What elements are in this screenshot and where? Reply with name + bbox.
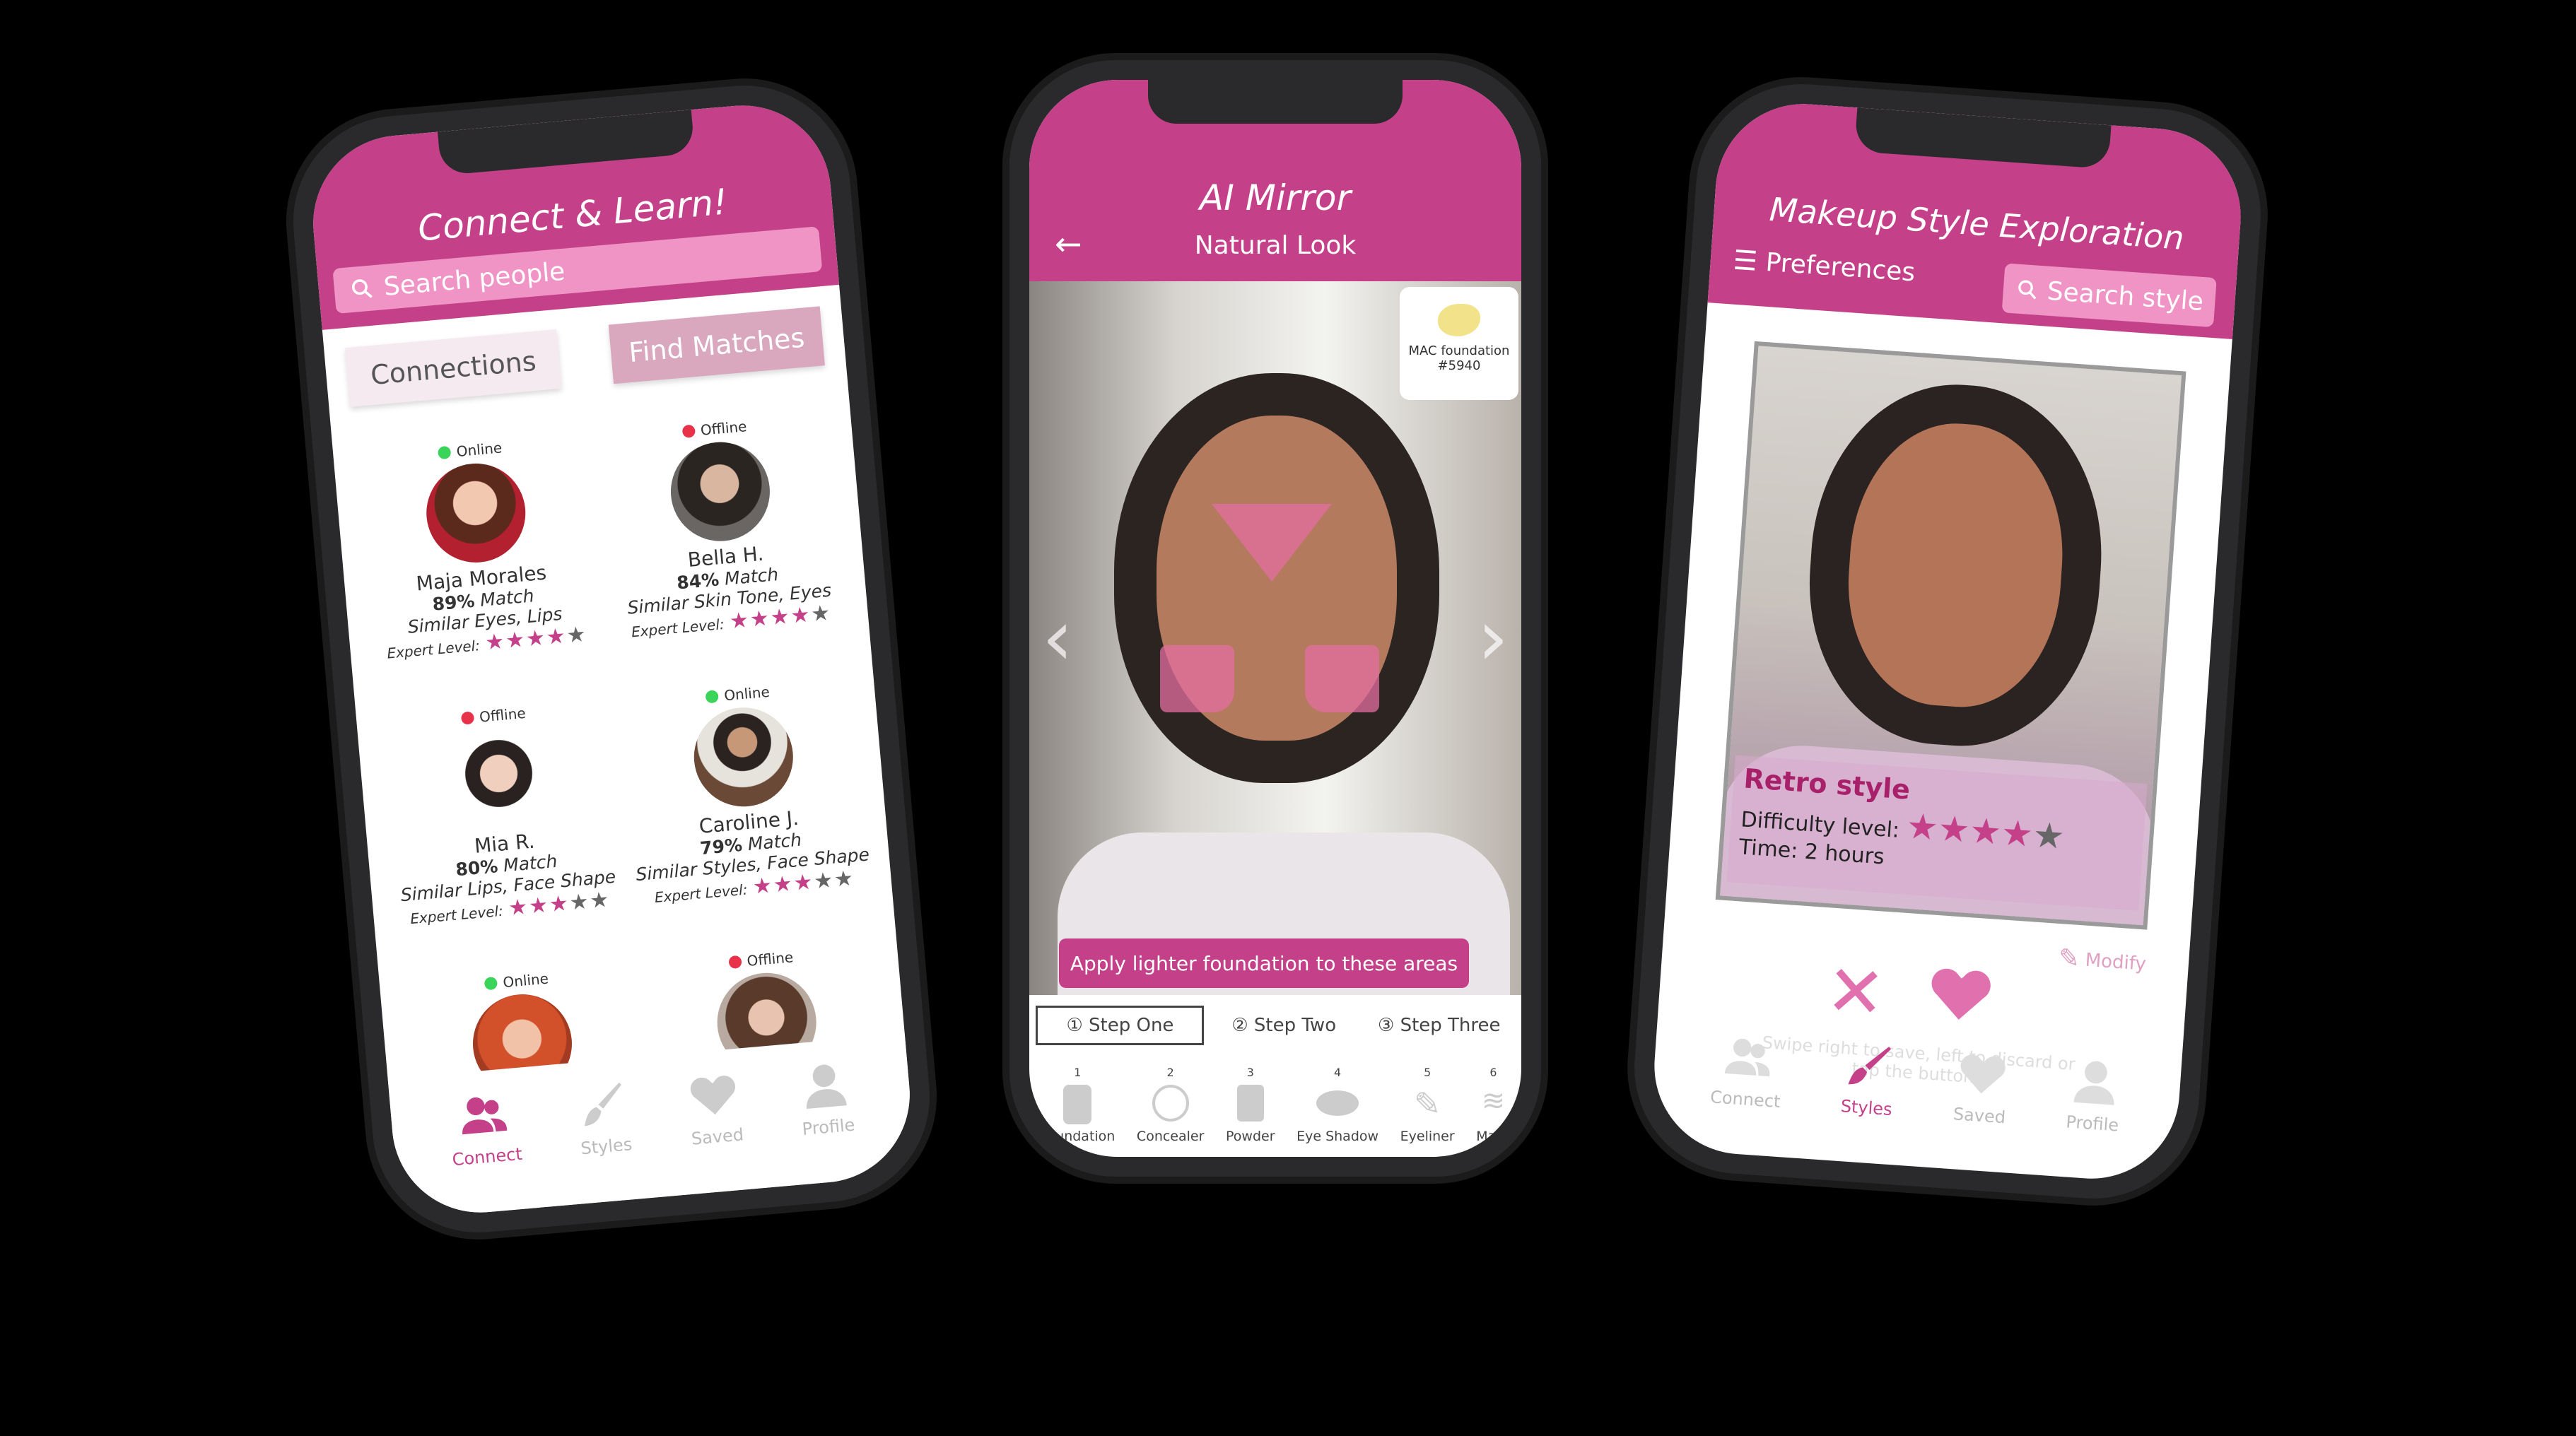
avatar xyxy=(421,459,529,567)
style-card[interactable]: Retro style Difficulty level: ★★★★★ Time… xyxy=(1715,341,2186,930)
nav-saved[interactable]: Saved xyxy=(1952,1044,2011,1127)
explore-screen: Makeup Style Exploration ☰ Preferences S… xyxy=(1648,98,2247,1185)
tool-eyeliner[interactable]: 5 ✎ Eyeliner xyxy=(1400,1066,1455,1144)
nav-styles[interactable]: Styles xyxy=(573,1075,633,1158)
camera-view: ‹ › MAC foundation #5940 Apply lighter f… xyxy=(1029,281,1521,995)
brush-icon xyxy=(1847,1047,1891,1085)
product-name: MAC foundation xyxy=(1408,343,1510,358)
nav-profile[interactable]: Profile xyxy=(796,1056,856,1139)
bottom-nav: Connect Styles Saved Profile xyxy=(1649,1007,2183,1184)
save-button[interactable] xyxy=(1923,955,1998,1034)
profile-icon xyxy=(807,1064,847,1110)
highlight-cheek-left xyxy=(1160,645,1234,712)
profile-icon xyxy=(2073,1061,2114,1105)
look-name: Natural Look xyxy=(1194,231,1357,260)
tool-powder[interactable]: 3 Powder xyxy=(1226,1066,1275,1144)
page-title: AI Mirror xyxy=(1199,177,1352,218)
connect-screen: Connect & Learn! Search people Connectio… xyxy=(305,98,918,1220)
preferences-button[interactable]: ☰ Preferences xyxy=(1732,245,1916,288)
difficulty-stars: ★★★★ xyxy=(1904,805,2035,856)
heart-icon xyxy=(1960,1054,2006,1094)
tool-concealer[interactable]: 2 Concealer xyxy=(1137,1066,1205,1144)
tool-foundation[interactable]: 1 Foundation xyxy=(1040,1066,1115,1144)
mirror-screen: AI Mirror ← Natural Look ‹ › MAC foundat… xyxy=(1029,80,1521,1157)
modify-button[interactable]: ✎ Modify xyxy=(2057,943,2147,979)
tab-step-one[interactable]: ① Step One xyxy=(1036,1006,1205,1045)
avatar xyxy=(689,703,797,811)
person-card[interactable]: Online Caroline J. 79% Match Similar Sty… xyxy=(614,673,877,910)
nav-saved[interactable]: Saved xyxy=(685,1066,745,1149)
avatar xyxy=(666,437,774,546)
phone-connect: Connect & Learn! Search people Connectio… xyxy=(284,76,939,1242)
product-card[interactable]: MAC foundation #5940 xyxy=(1400,287,1518,400)
search-placeholder: Search people xyxy=(382,257,566,302)
foundation-swatch-icon xyxy=(1438,304,1480,336)
tool-mascara[interactable]: 6 ≋ Masc xyxy=(1476,1066,1510,1144)
search-icon xyxy=(351,279,373,298)
compact-icon xyxy=(1152,1085,1189,1122)
people-grid: Online Maja Morales 89% Match Similar Ey… xyxy=(329,363,908,1109)
tab-step-two[interactable]: ② Step Two xyxy=(1217,1006,1350,1045)
chevron-right-icon[interactable]: › xyxy=(1477,592,1509,683)
person-card[interactable]: Online Maja Morales 89% Match Similar Ey… xyxy=(347,428,610,666)
heart-icon xyxy=(1931,968,1991,1020)
brush-icon xyxy=(584,1082,621,1126)
style-face xyxy=(1839,416,2072,714)
tab-step-three[interactable]: ③ Step Three xyxy=(1364,1006,1515,1045)
tip-banner: Apply lighter foundation to these areas xyxy=(1059,938,1469,988)
lashes-icon: ≋ xyxy=(1481,1085,1506,1118)
product-code: #5940 xyxy=(1437,358,1481,373)
tool-eye-shadow[interactable]: 4 Eye Shadow xyxy=(1296,1066,1378,1144)
tool-row: 1 Foundation 2 Concealer 3 Powder 4 Eye Shad… xyxy=(1029,1066,1521,1144)
phone-notch xyxy=(1148,80,1403,124)
highlight-cheek-right xyxy=(1305,645,1379,712)
eye-icon xyxy=(1316,1090,1359,1117)
avatar xyxy=(445,724,553,832)
search-icon xyxy=(2018,280,2037,300)
person-card[interactable]: Offline Bella H. 84% Match Similar Skin … xyxy=(591,407,854,645)
powder-icon xyxy=(1236,1085,1264,1122)
chevron-left-icon[interactable]: ‹ xyxy=(1042,592,1073,683)
pencil-icon: ✎ xyxy=(1413,1085,1441,1124)
pencil-icon: ✎ xyxy=(2057,943,2081,975)
people-icon xyxy=(462,1097,508,1135)
phone-explore: Makeup Style Exploration ☰ Preferences S… xyxy=(1627,76,2268,1206)
search-input[interactable]: Search style xyxy=(2001,263,2217,328)
nav-profile[interactable]: Profile xyxy=(2065,1053,2124,1136)
menu-icon: ☰ xyxy=(1732,244,1759,277)
heart-icon xyxy=(691,1076,736,1115)
phone-mirror: AI Mirror ← Natural Look ‹ › MAC foundat… xyxy=(1009,60,1541,1177)
people-icon xyxy=(1724,1038,1770,1077)
nav-styles[interactable]: Styles xyxy=(1839,1037,1898,1119)
person-card[interactable]: Offline Mia R. 80% Match Similar Lips, F… xyxy=(370,694,633,931)
step-tabs: ① Step One ② Step Two ③ Step Three xyxy=(1029,1006,1521,1045)
nav-connect[interactable]: Connect xyxy=(446,1085,523,1170)
bottle-icon xyxy=(1063,1085,1092,1125)
nav-connect[interactable]: Connect xyxy=(1709,1028,1785,1112)
